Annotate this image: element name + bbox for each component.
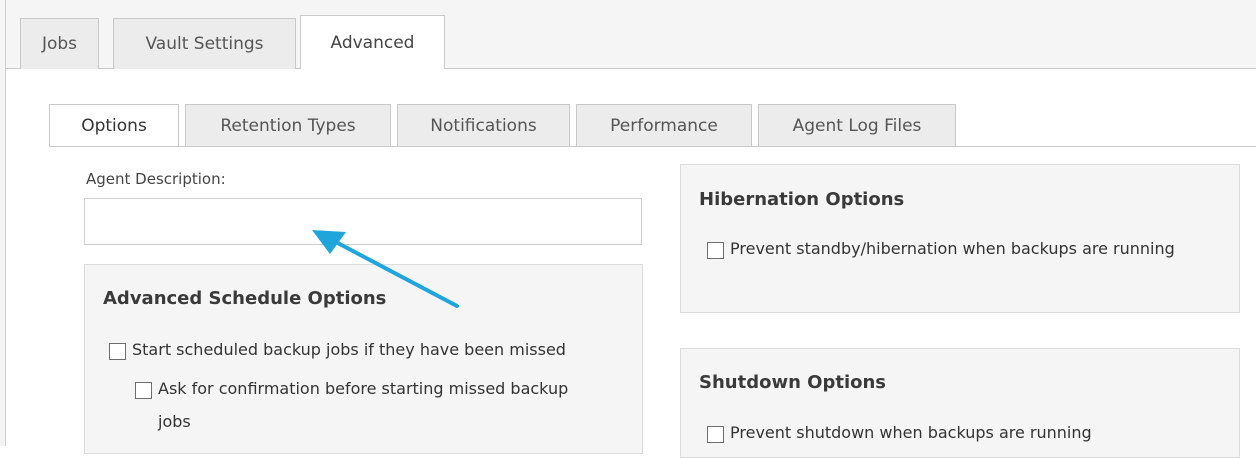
tab-advanced[interactable]: Advanced	[300, 15, 445, 69]
hibernation-panel: Hibernation Options Prevent standby/hibe…	[680, 164, 1240, 313]
advanced-schedule-title: Advanced Schedule Options	[103, 288, 387, 309]
subtab-agent-log-files[interactable]: Agent Log Files	[758, 104, 956, 147]
subtab-options-label: Options	[81, 116, 147, 136]
prevent-standby-option[interactable]: Prevent standby/hibernation when backups…	[707, 239, 1207, 265]
prevent-shutdown-label: Prevent shutdown when backups are runnin…	[730, 423, 1092, 442]
start-missed-checkbox[interactable]	[109, 343, 126, 360]
subtab-retention-types-label: Retention Types	[220, 116, 356, 136]
prevent-standby-label: Prevent standby/hibernation when backups…	[730, 239, 1175, 258]
hibernation-title: Hibernation Options	[699, 189, 905, 210]
ask-confirmation-label: Ask for confirmation before starting mis…	[158, 379, 569, 431]
subtab-divider	[49, 146, 1256, 147]
subtab-notifications[interactable]: Notifications	[397, 104, 570, 147]
advanced-schedule-panel: Advanced Schedule Options Start schedule…	[84, 264, 643, 454]
agent-description-input[interactable]	[84, 198, 642, 245]
subtab-performance[interactable]: Performance	[576, 104, 752, 147]
ask-confirmation-checkbox[interactable]	[135, 382, 152, 399]
subtab-options[interactable]: Options	[49, 104, 179, 147]
tab-jobs[interactable]: Jobs	[20, 18, 99, 69]
ask-confirmation-option[interactable]: Ask for confirmation before starting mis…	[135, 379, 575, 438]
start-missed-option[interactable]: Start scheduled backup jobs if they have…	[109, 340, 566, 366]
subtab-notifications-label: Notifications	[430, 116, 537, 136]
shutdown-title: Shutdown Options	[699, 372, 887, 393]
prevent-standby-checkbox[interactable]	[707, 242, 724, 259]
subtab-performance-label: Performance	[610, 116, 718, 136]
shutdown-panel: Shutdown Options Prevent shutdown when b…	[680, 348, 1240, 458]
start-missed-label: Start scheduled backup jobs if they have…	[132, 340, 566, 359]
tab-advanced-label: Advanced	[330, 32, 415, 53]
subtab-agent-log-files-label: Agent Log Files	[792, 116, 922, 136]
tab-vault-settings[interactable]: Vault Settings	[113, 18, 296, 69]
prevent-shutdown-option[interactable]: Prevent shutdown when backups are runnin…	[707, 423, 1092, 449]
agent-description-label: Agent Description:	[86, 170, 226, 188]
tab-vault-settings-label: Vault Settings	[145, 34, 264, 54]
tab-jobs-label: Jobs	[41, 34, 78, 54]
subtab-retention-types[interactable]: Retention Types	[185, 104, 391, 147]
prevent-shutdown-checkbox[interactable]	[707, 426, 724, 443]
